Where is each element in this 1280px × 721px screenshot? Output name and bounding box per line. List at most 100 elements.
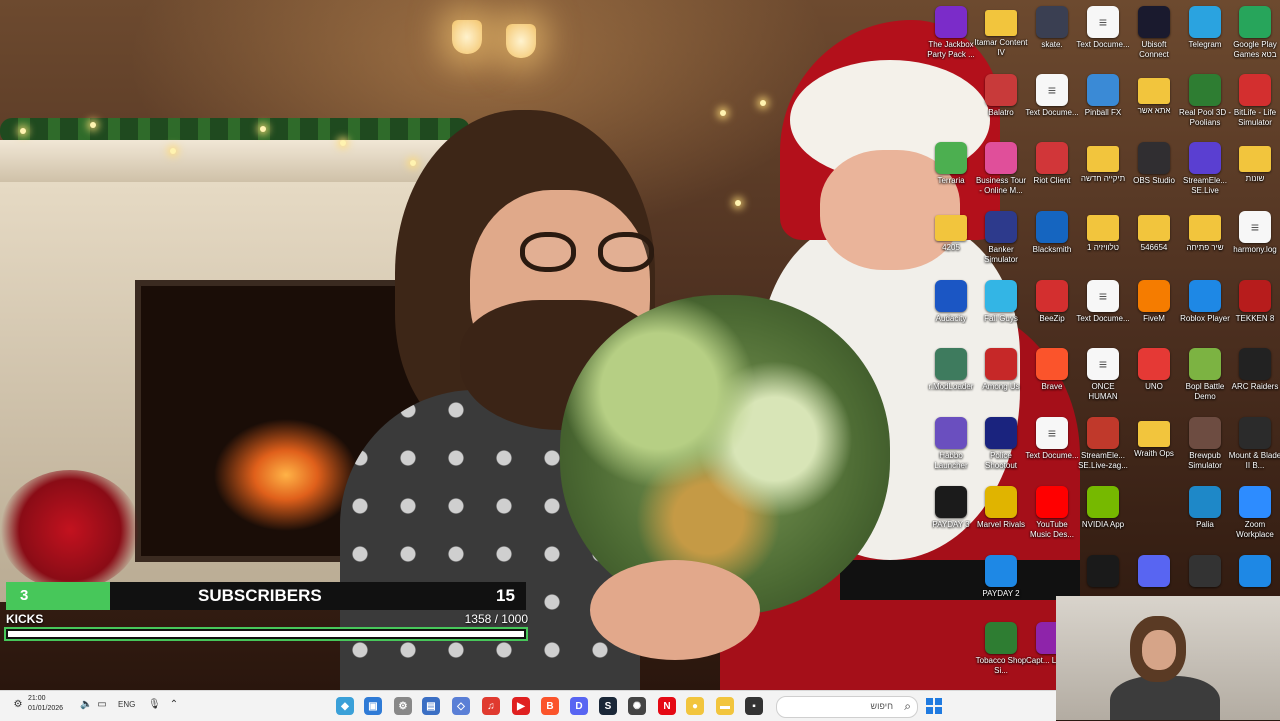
desktop-icon[interactable]: Wraith Ops [1127,417,1181,485]
desktop-icon-label: Text Docume... [1025,451,1079,460]
desktop-icon[interactable]: Business Tour - Online M... [974,142,1028,210]
start-button[interactable] [926,698,942,714]
desktop-icon[interactable]: 1 טלוויזיה [1076,211,1130,279]
desktop-icon[interactable]: Audacity [924,280,978,348]
desktop-icon[interactable]: תיקייה חדשה [1076,142,1130,210]
desktop-icon-label: 1 טלוויזיה [1087,243,1119,252]
desktop-icon[interactable]: שיר פתיחה [1178,211,1232,279]
language-indicator[interactable]: ENG [118,700,135,709]
desktop-icon[interactable]: Tobacco Shop Si... [974,622,1028,690]
ubisoft-icon [1138,6,1170,38]
desktop-icon[interactable]: TEKKEN 8 [1228,280,1280,348]
desktop-icon[interactable]: PAYDAY 2 [974,555,1028,623]
desktop-icon[interactable]: ≡ Text Docume... [1025,74,1079,142]
desktop-icon[interactable]: Fall Guys [974,280,1028,348]
photos-icon[interactable]: ▤ [422,697,440,715]
folder-taskbar-icon[interactable]: ▬ [716,697,734,715]
folder-icon [1138,421,1170,447]
desktop-icon[interactable]: r.ModLoader [924,348,978,416]
desktop-icon-label: TEKKEN 8 [1235,314,1275,323]
desktop-icon[interactable]: Marvel Rivals [974,486,1028,554]
desktop-icon[interactable]: ≡ harmony.log [1228,211,1280,279]
desktop-icon-label: YouTube Music Des... [1029,520,1074,539]
desktop-icon[interactable]: Itamar Content IV [974,6,1028,74]
store-icon[interactable]: ◇ [452,697,470,715]
desktop-icon[interactable]: Among Us [974,348,1028,416]
skate-icon [1036,6,1068,38]
desktop-icon[interactable]: FiveM [1127,280,1181,348]
desktop-icon[interactable]: BitLife - Life Simulator [1228,74,1280,142]
desktop-icon[interactable]: ≡ Text Docume... [1025,417,1079,485]
desktop-icon[interactable]: Blacksmith [1025,211,1079,279]
desktop-icon[interactable]: ≡ ONCE HUMAN [1076,348,1130,416]
speaker-icon[interactable]: 🔈 [80,699,92,711]
file-explorer-icon[interactable]: ▣ [364,697,382,715]
audacity-taskbar-icon[interactable]: ♫ [482,697,500,715]
string-light [260,126,266,132]
settings-app-icon[interactable]: ⚙ [394,697,412,715]
desktop-icon-label: StreamEle... SE.Live [1182,176,1227,195]
terminal-icon[interactable]: ▪ [745,697,763,715]
desktop-icon[interactable]: Pinball FX [1076,74,1130,142]
desktop-icon[interactable]: 546654 [1127,211,1181,279]
desktop-icon[interactable]: Riot Client [1025,142,1079,210]
youtube-icon[interactable]: ▶ [512,697,530,715]
microphone-icon[interactable]: 🎙 [148,699,161,711]
desktop-icon-label: Blacksmith [1032,245,1072,254]
steam-icon[interactable]: S [599,697,617,715]
desktop-icon[interactable]: ARC Raiders [1228,348,1280,416]
string-light [20,128,26,134]
desktop-icon[interactable]: Police Shootout [974,417,1028,485]
desktop-icon[interactable]: Bopl Battle Demo [1178,348,1232,416]
desktop-icon[interactable]: Google Play Games בטא [1228,6,1280,74]
desktop-icon[interactable]: Mount & Blade II B... [1228,417,1280,485]
chrome-icon[interactable]: ● [686,697,704,715]
network-icon[interactable]: ▭ [96,699,108,711]
desktop-icon[interactable]: OBS Studio [1127,142,1181,210]
chevron-up-icon[interactable]: ⌃ [168,699,180,711]
desktop-icon[interactable]: Zoom Workplace [1228,486,1280,554]
desktop-icon[interactable]: Brewpub Simulator [1178,417,1232,485]
netflix-icon[interactable]: N [658,697,676,715]
desktop-icon[interactable]: StreamEle... SE.Live [1178,142,1232,210]
desktop-icon[interactable]: Balatro [974,74,1028,142]
marvel-rivals-icon [985,486,1017,518]
desktop-icon[interactable]: Palia [1178,486,1232,554]
desktop-icon[interactable]: PAYDAY 3 [924,486,978,554]
subscribers-count: 3 [20,587,29,604]
desktop-icon[interactable]: YouTube Music Des... [1025,486,1079,554]
desktop-icon[interactable]: 4205 [924,211,978,279]
clock[interactable]: 21:00 01/01/2026 [28,694,63,714]
taskbar-app-icon[interactable]: ◆ [336,697,354,715]
cannabis-bud [560,295,890,615]
desktop-icon[interactable]: StreamEle... SE.Live-zag... [1076,417,1130,485]
desktop-icon-label: Audacity [935,314,967,323]
desktop-icon[interactable]: Ubisoft Connect [1127,6,1181,74]
desktop-icon[interactable]: The Jackbox Party Pack ... [924,6,978,74]
desktop-icon[interactable]: UNO [1127,348,1181,416]
desktop-icon[interactable]: ≡ Text Docume... [1076,280,1130,348]
tobacco-shop-icon [985,622,1017,654]
desktop-icon[interactable]: skate. [1025,6,1079,74]
desktop-icon[interactable]: שונות [1228,142,1280,210]
chatgpt-icon[interactable]: ✺ [628,697,646,715]
search-input[interactable]: חיפוש ⌕ [776,696,918,718]
desktop-icon[interactable]: Real Pool 3D - Poolians [1178,74,1232,142]
desktop-icon[interactable]: Brave [1025,348,1079,416]
jackbox-icon [935,6,967,38]
text-document-icon: ≡ [1036,74,1068,106]
discord-taskbar-icon[interactable]: D [570,697,588,715]
desktop-icon[interactable]: BeeZip [1025,280,1079,348]
brave-taskbar-icon[interactable]: B [541,697,559,715]
desktop-icon[interactable]: Telegram [1178,6,1232,74]
settings-icon[interactable]: ⚙ [12,699,24,711]
desktop-icon[interactable]: NVIDIA App [1076,486,1130,554]
desktop-icon[interactable]: Banker Simulator [974,211,1028,279]
desktop-icon[interactable]: אתא אשר [1127,74,1181,142]
desktop-icon[interactable]: Roblox Player [1178,280,1232,348]
desktop-icon-label: BeeZip [1039,314,1065,323]
desktop-icon[interactable]: Terraria [924,142,978,210]
desktop-icon[interactable]: Habbo Launcher [924,417,978,485]
desktop-icon[interactable]: ≡ Text Docume... [1076,6,1130,74]
arc-raiders-icon [1239,348,1271,380]
